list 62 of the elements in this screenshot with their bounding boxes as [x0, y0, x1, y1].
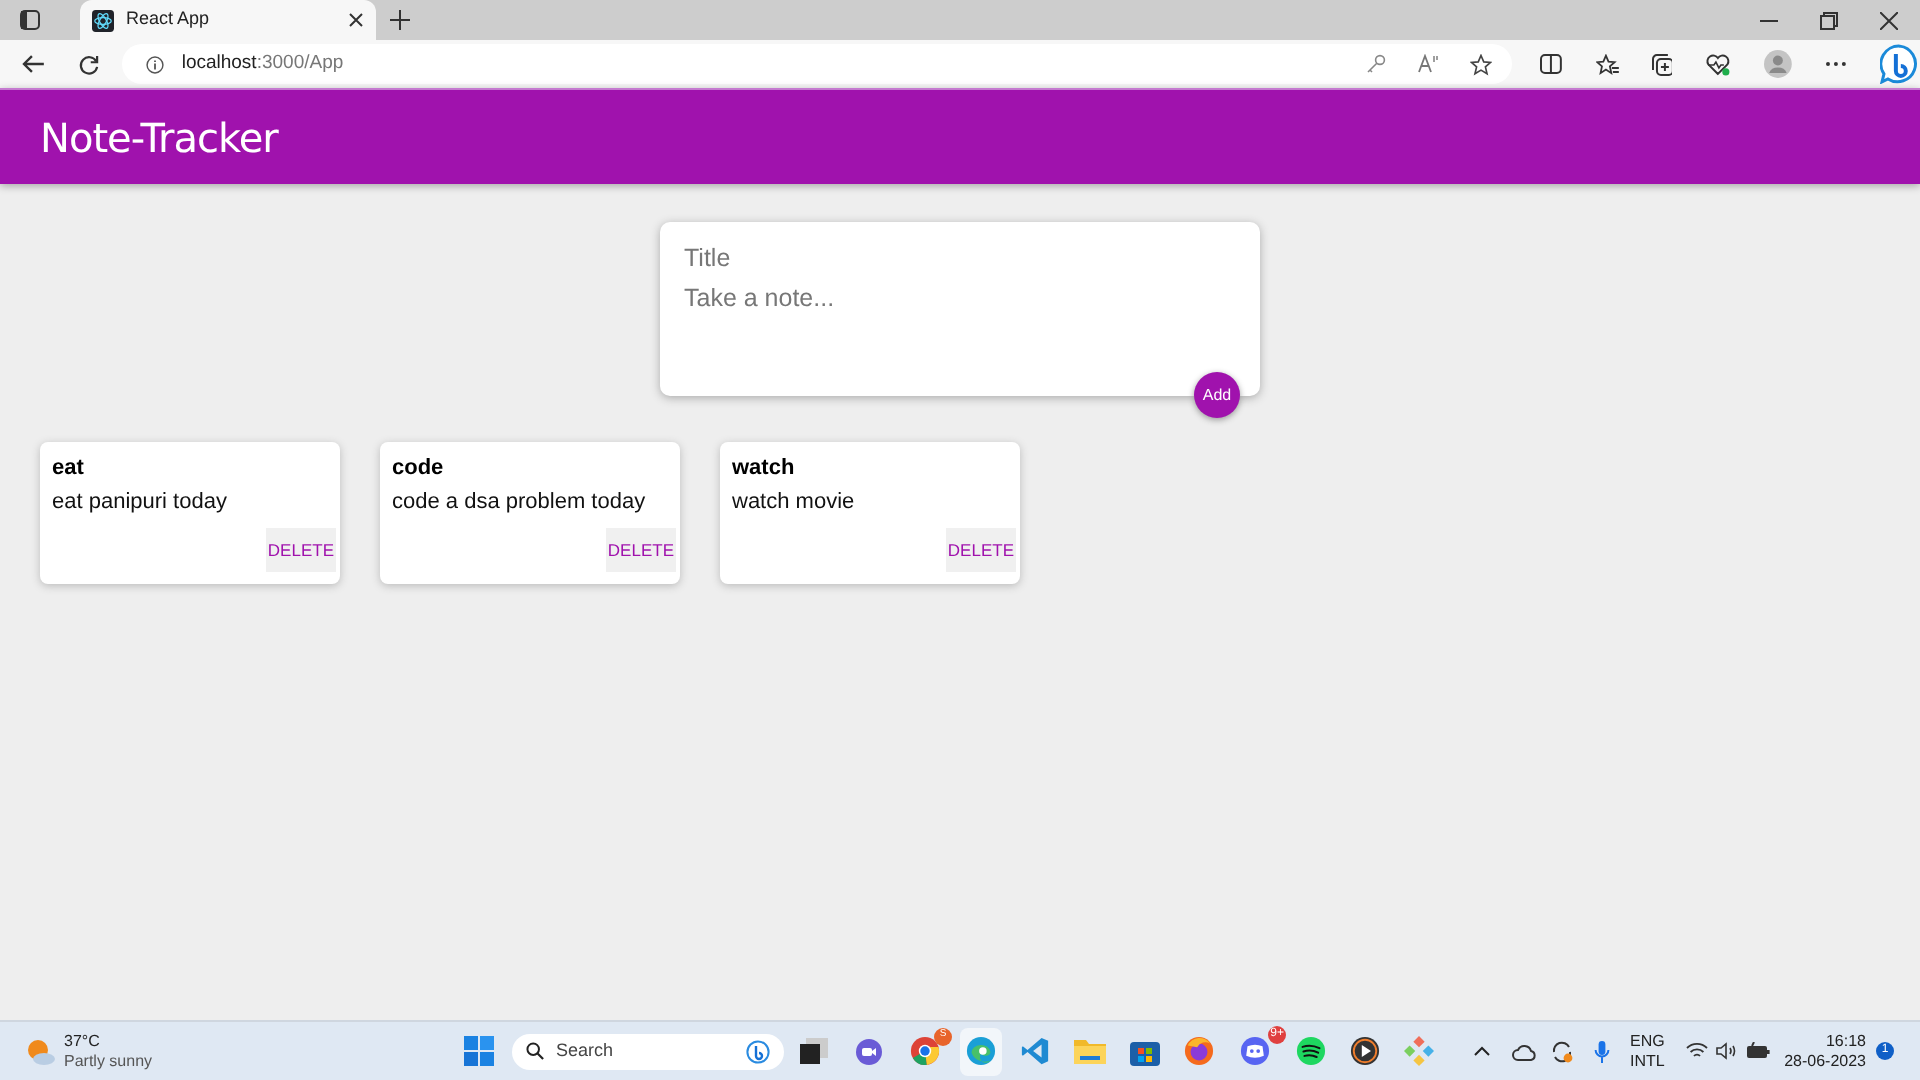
folder-icon[interactable]: [1074, 1037, 1106, 1065]
refresh-icon[interactable]: [77, 53, 100, 75]
info-icon[interactable]: [145, 55, 164, 73]
profile-avatar-icon[interactable]: [1764, 50, 1793, 78]
new-tab-icon[interactable]: [390, 10, 410, 30]
title-input[interactable]: Title: [684, 242, 1236, 276]
note-title: eat: [52, 454, 86, 482]
favorites-icon[interactable]: [1595, 53, 1619, 75]
react-logo-icon: [92, 9, 114, 31]
add-button[interactable]: Add: [1194, 372, 1240, 418]
search-icon: [526, 1042, 544, 1060]
delete-button[interactable]: DELETE: [945, 528, 1016, 572]
microphone-icon[interactable]: [1594, 1039, 1610, 1063]
spotify-icon[interactable]: [1296, 1036, 1326, 1066]
delete-button[interactable]: DELETE: [265, 528, 336, 572]
play-button-icon[interactable]: [1350, 1036, 1380, 1066]
chat-bubble-icon[interactable]: [1880, 44, 1920, 84]
note-content: code a dsa problem today: [392, 488, 648, 516]
search-placeholder: Search: [556, 1037, 616, 1064]
note-title: watch: [732, 454, 797, 482]
note-content: watch movie: [732, 488, 857, 516]
volume-icon[interactable]: [1716, 1042, 1738, 1060]
chat-bubble-icon: [746, 1039, 770, 1063]
delete-button[interactable]: DELETE: [605, 528, 676, 572]
chrome-icon[interactable]: [910, 1035, 940, 1065]
url-text: localhost:3000/App: [181, 49, 344, 78]
key-icon[interactable]: [1365, 54, 1386, 74]
clock-time[interactable]: 16:18: [1825, 1031, 1866, 1051]
code-editor-icon[interactable]: [1020, 1036, 1050, 1066]
tab-title: React App: [126, 6, 212, 33]
note-content: eat panipuri today: [52, 488, 229, 516]
browser-tab[interactable]: React App: [80, 0, 376, 40]
wifi-icon[interactable]: [1686, 1042, 1708, 1060]
app-title: Note-Tracker: [40, 111, 278, 165]
collections-icon[interactable]: [1651, 53, 1673, 75]
task-view-icon[interactable]: [800, 1038, 828, 1064]
close-icon[interactable]: [1880, 11, 1898, 29]
back-icon[interactable]: [22, 54, 46, 74]
keyboard-layout-text[interactable]: INTL: [1630, 1051, 1665, 1071]
restore-icon[interactable]: [1820, 11, 1838, 29]
sync-icon[interactable]: [1550, 1039, 1574, 1063]
clock-date[interactable]: 28-06-2023: [1784, 1051, 1866, 1071]
cloud-icon[interactable]: [1512, 1041, 1536, 1061]
video-chat-icon[interactable]: [854, 1037, 884, 1065]
language-text[interactable]: ENG: [1630, 1031, 1665, 1051]
discord-icon[interactable]: [1240, 1035, 1270, 1065]
heart-pulse-icon[interactable]: [1706, 53, 1731, 75]
battery-icon[interactable]: [1746, 1042, 1770, 1060]
address-bar[interactable]: localhost:3000/App: [121, 44, 1512, 84]
temperature-text: 37°C: [64, 1031, 102, 1051]
firefox-icon[interactable]: [1184, 1036, 1214, 1066]
chevron-up-icon[interactable]: [1474, 1046, 1490, 1056]
close-icon[interactable]: [348, 12, 364, 28]
taskbar-search-field[interactable]: Search: [512, 1033, 784, 1069]
tab-actions-icon[interactable]: [20, 10, 40, 30]
windows-start-icon[interactable]: [464, 1036, 494, 1066]
read-aloud-icon[interactable]: [1417, 54, 1440, 74]
active-app-highlight[interactable]: [960, 1027, 1002, 1075]
split-screen-icon[interactable]: [1539, 54, 1562, 74]
weather-condition-text: Partly sunny: [64, 1051, 153, 1071]
favorite-star-icon[interactable]: [1469, 53, 1492, 75]
note-title: code: [392, 454, 446, 482]
